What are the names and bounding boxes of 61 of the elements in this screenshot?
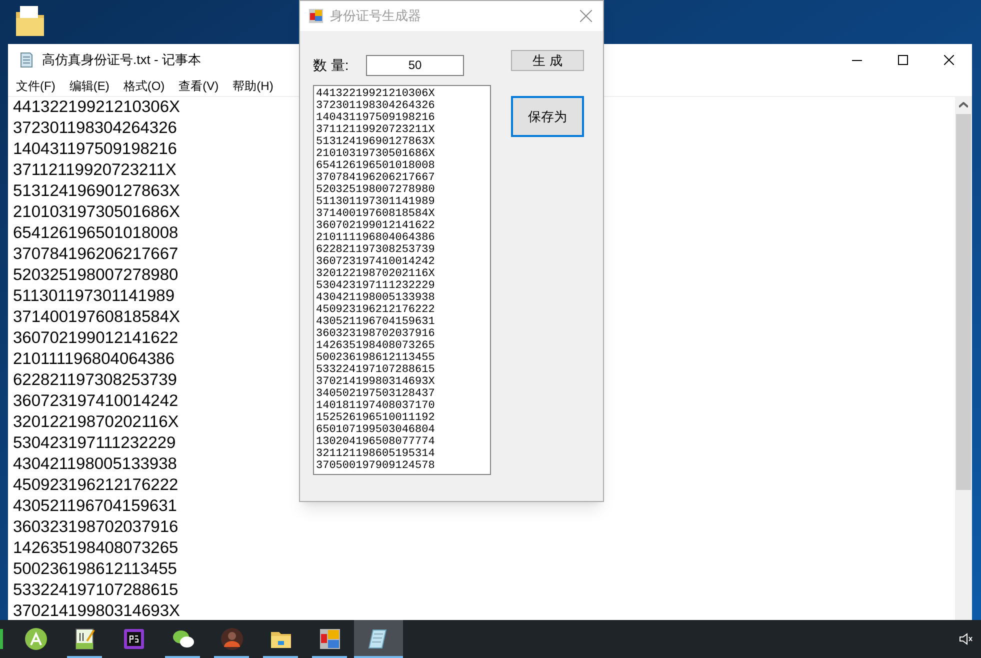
- list-item[interactable]: 430421198005133938: [316, 292, 435, 304]
- scroll-up-icon[interactable]: [959, 102, 968, 108]
- list-item[interactable]: 32012219870202116X: [316, 268, 435, 280]
- android-icon: [24, 627, 48, 651]
- avatar-icon: [220, 627, 244, 651]
- close-icon: [944, 55, 954, 65]
- menu-item[interactable]: 查看(V): [172, 77, 226, 95]
- list-item[interactable]: 340502197503128437: [316, 388, 435, 400]
- menu-item[interactable]: 编辑(E): [62, 77, 116, 95]
- list-item[interactable]: 530423197111232229: [316, 280, 435, 292]
- list-item[interactable]: 500236198612113455: [316, 352, 435, 364]
- list-item[interactable]: 360702199012141622: [316, 220, 435, 232]
- list-item[interactable]: 360323198702037916: [316, 328, 435, 340]
- notepad-icon: [18, 52, 34, 68]
- menu-item[interactable]: 格式(O): [116, 77, 172, 95]
- list-item[interactable]: 511301197301141989: [316, 196, 435, 208]
- scrollbar[interactable]: [955, 97, 972, 620]
- list-item[interactable]: 51312419690127863X: [316, 136, 435, 148]
- text-area[interactable]: 44132219921210306X 372301198304264326 140431197509198216 37112119920723211X 51312419690127863X 21010319730501686X 654126196501018008 370784196206217667 520325198007278980 511301197301141989 37140019760818584X 360702199012141622 210111196804064386 622821197308253739 360723197410014242 32012219870202116X 530423197111232229 430421198005133938 450923196212176222 430521196704159631 360323198702037916 142635198408073265 500236198612113455 533224197107288615 37021419980314693X: [13, 97, 180, 620]
- list-item[interactable]: 650107199503046804: [316, 424, 435, 436]
- list-item[interactable]: 152526196510011192: [316, 412, 435, 424]
- list-item[interactable]: 140181197408037170: [316, 400, 435, 412]
- list-item[interactable]: 140431197509198216: [316, 112, 435, 124]
- quantity-label: 数 量:: [313, 56, 350, 74]
- taskbar-button[interactable]: [354, 620, 403, 658]
- speaker-icon[interactable]: [959, 632, 973, 646]
- list-item[interactable]: 654126196501018008: [316, 160, 435, 172]
- list-item[interactable]: 130204196508077774: [316, 436, 435, 448]
- ps-icon: [122, 627, 146, 651]
- folder-icon[interactable]: [14, 4, 46, 38]
- list-item[interactable]: 21010319730501686X: [316, 148, 435, 160]
- list-item[interactable]: 360723197410014242: [316, 256, 435, 268]
- list-item[interactable]: 520325198007278980: [316, 184, 435, 196]
- window-title: 身份证号生成器: [330, 7, 421, 26]
- save-as-button[interactable]: 保存为: [511, 96, 584, 137]
- app-icon: [318, 627, 342, 651]
- list-item[interactable]: 370500197909124578: [316, 460, 435, 472]
- list-item[interactable]: 37021419980314693X: [316, 376, 435, 388]
- app-icon: [308, 8, 324, 24]
- list-item[interactable]: 622821197308253739: [316, 244, 435, 256]
- window-title: 高仿真身份证号.txt - 记事本: [42, 51, 201, 70]
- list-item[interactable]: 533224197107288615: [316, 364, 435, 376]
- list-item[interactable]: 370784196206217667: [316, 172, 435, 184]
- list-item[interactable]: 44132219921210306X: [316, 88, 435, 100]
- close-icon: [580, 10, 592, 22]
- quantity-field[interactable]: 50: [366, 54, 464, 76]
- list-item[interactable]: 372301198304264326: [316, 100, 435, 112]
- id-number-list[interactable]: [313, 85, 491, 475]
- maximize-icon: [898, 55, 908, 65]
- menu-item[interactable]: 文件(F): [9, 77, 62, 95]
- notepad-pencil-icon: [72, 627, 96, 651]
- list-item[interactable]: 210111196804064386: [316, 232, 435, 244]
- generate-button[interactable]: 生 成: [511, 50, 584, 71]
- list-item[interactable]: 37112119920723211X: [316, 124, 435, 136]
- list-item[interactable]: 321121198605195314: [316, 448, 435, 460]
- scrollbar-thumb[interactable]: [956, 114, 971, 490]
- list-item[interactable]: 430521196704159631: [316, 316, 435, 328]
- list-item[interactable]: 142635198408073265: [316, 340, 435, 352]
- menu-item[interactable]: 帮助(H): [226, 77, 280, 95]
- list-item[interactable]: 37140019760818584X: [316, 208, 435, 220]
- list-item[interactable]: 450923196212176222: [316, 304, 435, 316]
